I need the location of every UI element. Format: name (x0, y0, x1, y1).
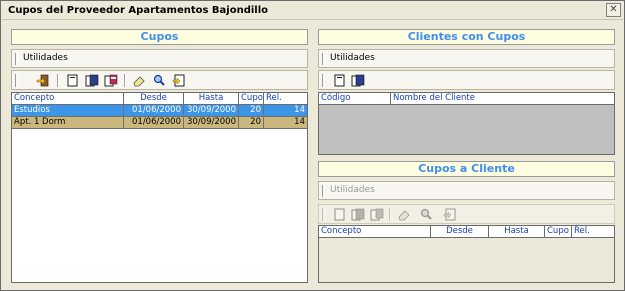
cupos-toolbar (11, 70, 308, 90)
cell-desde: 01/06/2000 (124, 117, 184, 129)
window-title: Cupos del Proveedor Apartamentos Bajondi… (8, 5, 269, 16)
search-icon[interactable] (150, 73, 167, 88)
exit-icon[interactable] (34, 73, 51, 88)
menu-utilidades[interactable]: Utilidades (23, 53, 68, 63)
menubar-grip (15, 53, 18, 65)
cell-cupo: 20 (239, 105, 264, 117)
cupos-grid-header: Concepto Desde Hasta Cupo Rel. (12, 93, 307, 105)
cupos-cliente-toolbar (318, 204, 615, 224)
new-record-icon[interactable] (331, 73, 348, 88)
main-window: Cupos del Proveedor Apartamentos Bajondi… (0, 0, 625, 291)
clientes-grid-header: Código Nombre del Cliente (319, 93, 614, 105)
clientes-panel-header: Clientes con Cupos (318, 29, 615, 45)
cupos-cliente-grid-header: Concepto Desde Hasta Cupo Rel. (319, 226, 614, 238)
clientes-menubar: Utilidades (318, 49, 615, 68)
close-button[interactable]: ✕ (606, 3, 621, 17)
col-concepto[interactable]: Concepto (12, 93, 124, 105)
cupos-menubar: Utilidades (11, 49, 308, 68)
table-row[interactable]: Apt. 1 Dorm 01/06/2000 30/09/2000 20 14 (12, 117, 307, 129)
toolbar-grip (322, 74, 325, 87)
col-hasta[interactable]: Hasta (489, 226, 545, 238)
cupos-panel-header: Cupos (11, 29, 308, 45)
menubar-grip (322, 185, 325, 197)
new-record-icon[interactable] (331, 207, 348, 222)
cupos-cliente-panel: Cupos a Cliente Utilidades Concepto Desd… (318, 161, 615, 283)
table-row[interactable]: Estudios 01/06/2000 30/09/2000 20 14 (12, 105, 307, 117)
cupos-cliente-panel-header: Cupos a Cliente (318, 161, 615, 177)
clientes-grid: Código Nombre del Cliente (318, 92, 615, 155)
menu-utilidades[interactable]: Utilidades (330, 185, 375, 195)
col-desde[interactable]: Desde (431, 226, 489, 238)
col-rel[interactable]: Rel. (264, 93, 307, 105)
report-icon[interactable] (170, 73, 187, 88)
menubar-grip (322, 53, 325, 65)
col-cupo[interactable]: Cupo (545, 226, 572, 238)
print-record-icon[interactable] (102, 73, 119, 88)
print-record-icon[interactable] (368, 207, 385, 222)
toolbar-separator (389, 208, 391, 221)
cell-rel: 14 (294, 117, 305, 127)
report-icon[interactable] (441, 207, 458, 222)
open-record-icon[interactable] (83, 73, 100, 88)
clientes-toolbar (318, 70, 615, 90)
open-record-icon[interactable] (349, 207, 366, 222)
title-bar: Cupos del Proveedor Apartamentos Bajondi… (2, 2, 623, 20)
col-rel[interactable]: Rel. (572, 226, 614, 238)
cell-rel: 14 (294, 105, 305, 115)
cell-concepto: Apt. 1 Dorm (12, 117, 124, 129)
toolbar-grip (322, 208, 325, 221)
cell-hasta: 30/09/2000 (184, 105, 239, 117)
col-nombre-cliente[interactable]: Nombre del Cliente (391, 93, 614, 105)
cupos-cliente-grid: Concepto Desde Hasta Cupo Rel. (318, 225, 615, 283)
col-concepto[interactable]: Concepto (319, 226, 431, 238)
cupos-grid-body: Estudios 01/06/2000 30/09/2000 20 14 Apt… (12, 105, 307, 129)
new-record-icon[interactable] (64, 73, 81, 88)
clientes-panel: Clientes con Cupos Utilidades Código Nom… (318, 29, 615, 155)
erase-icon[interactable] (395, 207, 412, 222)
toolbar-grip (15, 74, 18, 87)
col-desde[interactable]: Desde (124, 93, 184, 105)
col-hasta[interactable]: Hasta (184, 93, 239, 105)
cell-concepto: Estudios (12, 105, 124, 117)
toolbar-separator (124, 74, 126, 87)
cell-cupo: 20 (239, 117, 264, 129)
toolbar-separator (57, 74, 59, 87)
cupos-grid: Concepto Desde Hasta Cupo Rel. Estudios … (11, 92, 308, 283)
col-codigo[interactable]: Código (319, 93, 391, 105)
cupos-panel: Cupos Utilidades Concepto Desde Hasta Cu… (11, 29, 308, 283)
cupos-cliente-menubar: Utilidades (318, 181, 615, 200)
menu-utilidades[interactable]: Utilidades (330, 53, 375, 63)
open-record-icon[interactable] (349, 73, 366, 88)
cell-hasta: 30/09/2000 (184, 117, 239, 129)
search-icon[interactable] (417, 207, 434, 222)
erase-icon[interactable] (130, 73, 147, 88)
clientes-empty-area (319, 105, 614, 154)
cell-desde: 01/06/2000 (124, 105, 184, 117)
col-cupo[interactable]: Cupo (239, 93, 264, 105)
